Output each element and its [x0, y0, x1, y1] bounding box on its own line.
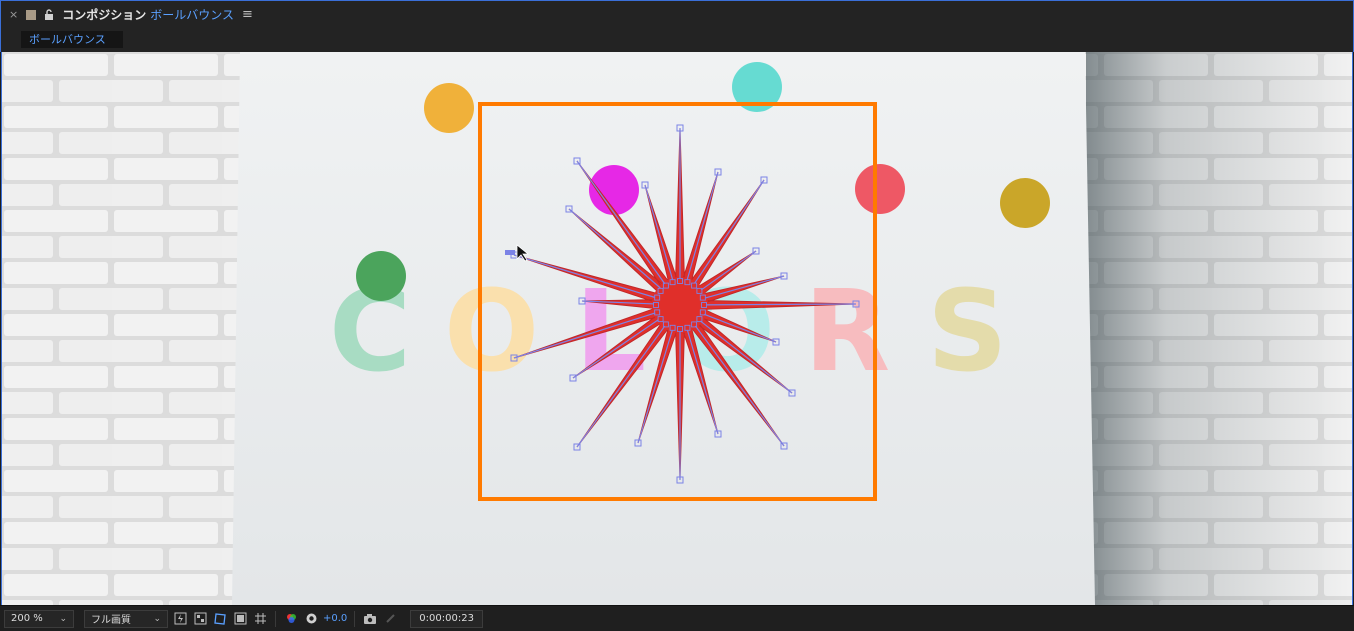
gold-ball: [1000, 178, 1050, 228]
chevron-down-icon: ⌄: [59, 613, 67, 624]
composition-viewer[interactable]: C O L O R S: [1, 52, 1353, 605]
panel-comp-name[interactable]: ボールバウンス: [150, 6, 234, 23]
svg-text:R: R: [804, 267, 890, 397]
panel-title: コンポジション: [62, 8, 147, 22]
svg-text:S: S: [927, 267, 1008, 397]
mask-path-visibility-icon[interactable]: [212, 611, 228, 627]
zoom-value: 200 %: [11, 613, 43, 624]
zoom-dropdown[interactable]: 200 % ⌄: [4, 609, 74, 628]
panel-header: × コンポジション ボールバウンス ≡: [0, 0, 1354, 28]
composition-icon: [26, 9, 37, 20]
channels-icon[interactable]: [283, 611, 299, 627]
viewer-canvas[interactable]: C O L O R S: [2, 52, 1353, 605]
chevron-down-icon: ⌄: [153, 613, 161, 624]
camera-snapshot-icon[interactable]: [362, 611, 378, 627]
transparency-grid-icon[interactable]: [192, 611, 208, 627]
reset-exposure-icon[interactable]: [303, 611, 319, 627]
show-snapshot-icon[interactable]: [382, 611, 398, 627]
comp-tab[interactable]: ボールバウンス: [21, 31, 123, 48]
fast-preview-icon[interactable]: [172, 611, 188, 627]
mask-path-segment: [705, 303, 857, 306]
current-time-display[interactable]: 0:00:00:23: [410, 609, 483, 628]
orange-ball: [424, 83, 474, 133]
grid-guides-icon[interactable]: [252, 611, 268, 627]
comp-tab-row: ボールバウンス: [0, 28, 1354, 52]
viewer-toolbar: 200 % ⌄ フル画質 ⌄ +0.0 0:00:00:23: [0, 605, 1354, 631]
green-ball: [356, 251, 406, 301]
star-center: [652, 277, 708, 333]
red-ball: [855, 164, 905, 214]
toolbar-separator: [275, 610, 276, 627]
exposure-value[interactable]: +0.0: [323, 613, 347, 624]
wall-shadow-right: [1086, 52, 1352, 605]
resolution-value: フル画質: [91, 615, 131, 626]
svg-text:O: O: [444, 267, 539, 397]
toolbar-separator: [354, 610, 356, 627]
close-panel-icon[interactable]: ×: [9, 8, 18, 21]
panel-menu-icon[interactable]: ≡: [242, 7, 253, 22]
region-of-interest-icon[interactable]: [232, 611, 248, 627]
resolution-dropdown[interactable]: フル画質 ⌄: [84, 609, 168, 628]
lock-icon[interactable]: [44, 8, 54, 21]
